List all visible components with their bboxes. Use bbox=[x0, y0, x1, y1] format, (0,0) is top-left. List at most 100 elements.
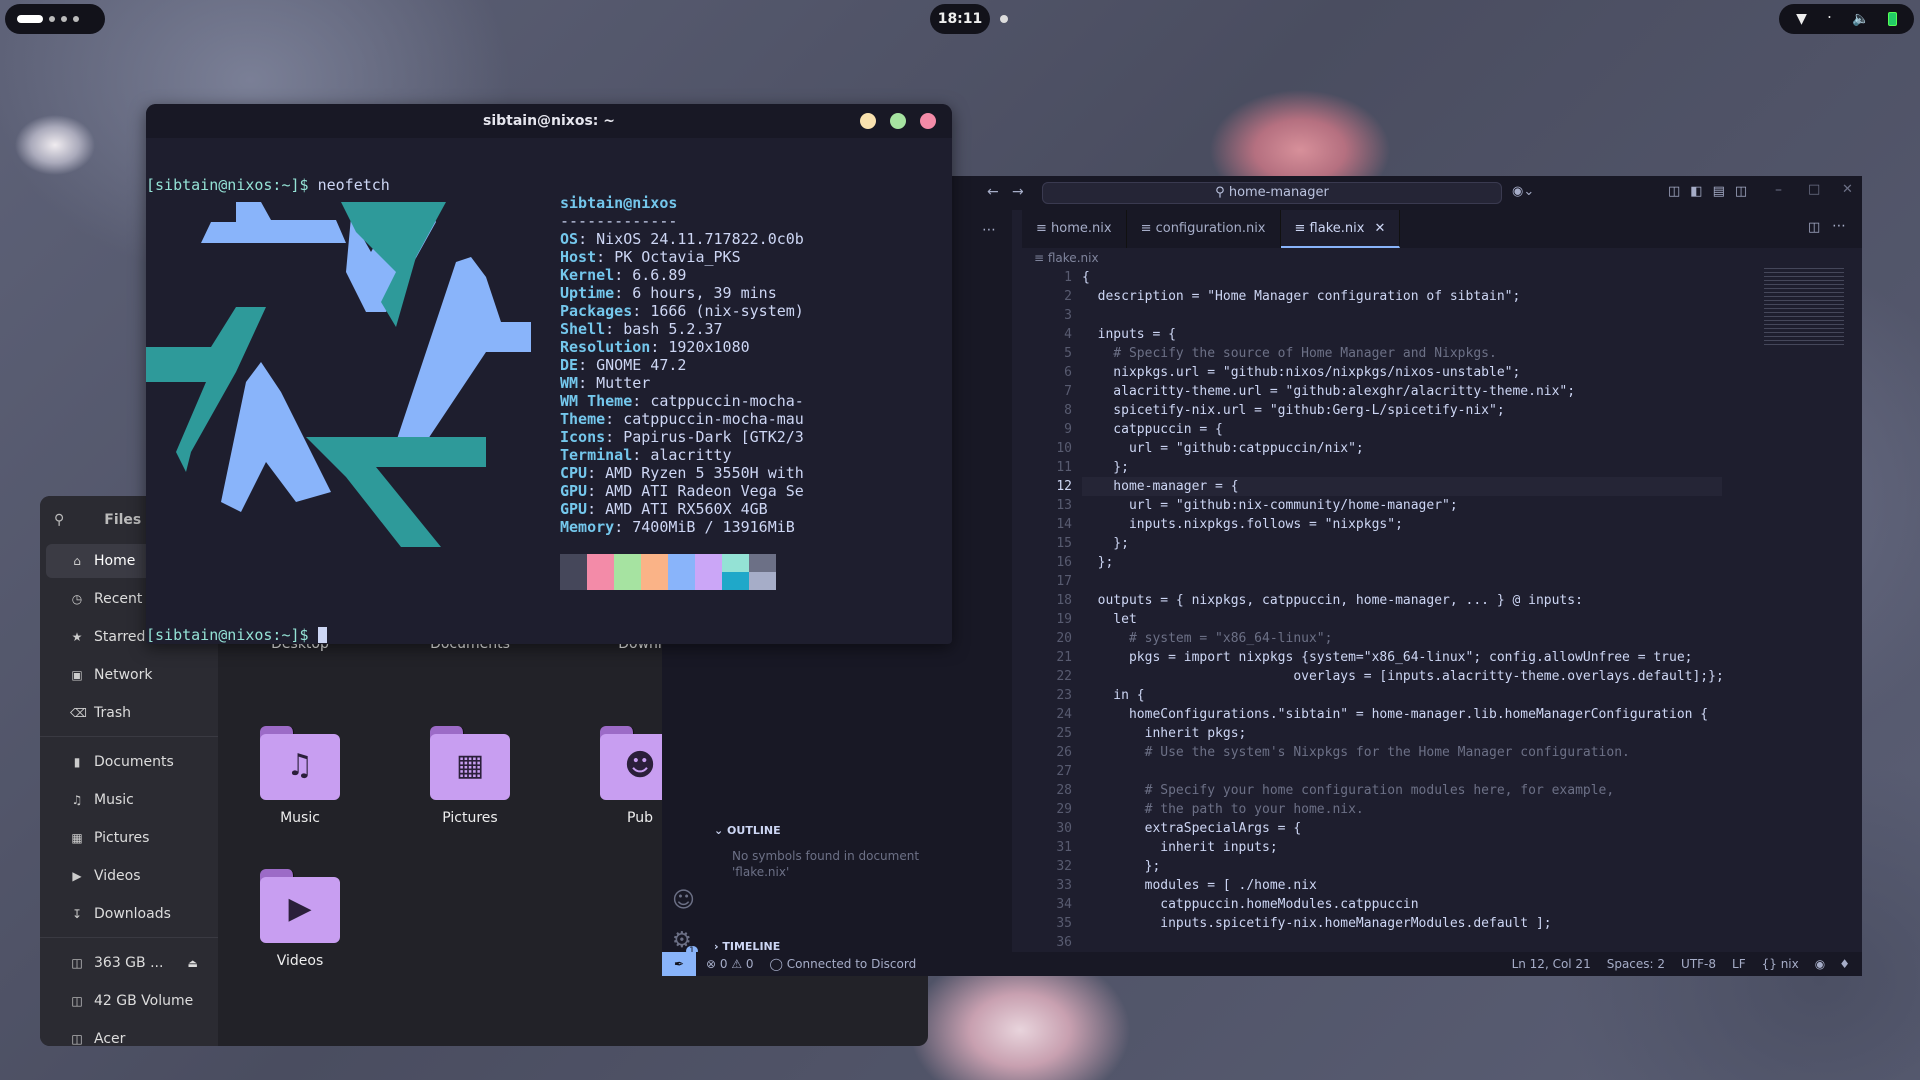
account-icon[interactable]: ☺ bbox=[672, 888, 695, 913]
code-line[interactable]: { bbox=[1082, 268, 1722, 287]
minimize-button[interactable] bbox=[860, 113, 876, 129]
workspace-dot[interactable] bbox=[49, 16, 55, 22]
sidebar-item-music[interactable]: ♫ Music bbox=[46, 783, 212, 817]
eject-icon[interactable]: ⏏ bbox=[187, 957, 197, 970]
close-icon[interactable]: ✕ bbox=[1842, 182, 1853, 197]
code-line[interactable]: in { bbox=[1082, 686, 1722, 705]
sidebar-item-drive-acer[interactable]: ◫ Acer bbox=[46, 1022, 212, 1046]
code-line[interactable]: inputs = { bbox=[1082, 325, 1722, 344]
code-line[interactable]: # Specify your home configuration module… bbox=[1082, 781, 1722, 800]
code-line[interactable]: catppuccin.homeModules.catppuccin bbox=[1082, 895, 1722, 914]
code-line[interactable] bbox=[1082, 933, 1722, 952]
maximize-button[interactable] bbox=[890, 113, 906, 129]
code-area[interactable]: { description = "Home Manager configurat… bbox=[1082, 268, 1724, 952]
minimap[interactable] bbox=[1764, 268, 1844, 348]
sidebar-item-documents[interactable]: ▮ Documents bbox=[46, 745, 212, 779]
code-line[interactable]: spicetify-nix.url = "github:Gerg-L/spice… bbox=[1082, 401, 1722, 420]
discord-status[interactable]: ◯ Connected to Discord bbox=[770, 957, 917, 971]
code-line[interactable]: # system = "x86_64-linux"; bbox=[1082, 629, 1722, 648]
workspace-dot[interactable] bbox=[61, 16, 67, 22]
sidebar-item-label: Network bbox=[94, 667, 153, 683]
clock[interactable]: 18:11 bbox=[930, 4, 990, 34]
sidebar-item-drive-42gb[interactable]: ◫ 42 GB Volume bbox=[46, 984, 212, 1018]
workspace-dot[interactable] bbox=[73, 16, 79, 22]
language-status[interactable]: {} nix bbox=[1762, 957, 1799, 971]
code-line[interactable]: catppuccin = { bbox=[1082, 420, 1722, 439]
folder-music[interactable]: ♫ Music bbox=[230, 726, 370, 826]
breadcrumb[interactable]: ≡ flake.nix bbox=[1034, 248, 1099, 268]
workspace-indicator[interactable] bbox=[5, 4, 105, 34]
eol-status[interactable]: LF bbox=[1732, 957, 1746, 971]
system-tray[interactable]: ▼ ᛫ 🔈 bbox=[1779, 4, 1914, 34]
code-line[interactable]: }; bbox=[1082, 534, 1722, 553]
folder-pictures[interactable]: ▦ Pictures bbox=[400, 726, 540, 826]
back-arrow-icon[interactable]: ← bbox=[987, 184, 999, 200]
code-line[interactable]: let bbox=[1082, 610, 1722, 629]
code-line[interactable]: inherit pkgs; bbox=[1082, 724, 1722, 743]
tab-flake-nix[interactable]: ≡ flake.nix ✕ bbox=[1280, 210, 1401, 248]
wifi-icon[interactable]: ▼ bbox=[1796, 11, 1807, 27]
neofetch-value: AMD ATI Radeon Vega Se bbox=[605, 482, 804, 500]
encoding-status[interactable]: UTF-8 bbox=[1681, 957, 1716, 971]
bell-icon[interactable]: ♦ bbox=[1839, 957, 1850, 971]
folder-videos[interactable]: ▶ Videos bbox=[230, 869, 370, 969]
outline-header[interactable]: ⌄ OUTLINE bbox=[714, 824, 781, 837]
code-line[interactable]: }; bbox=[1082, 458, 1722, 477]
more-actions-icon[interactable]: ⋯ bbox=[982, 222, 996, 238]
battery-icon[interactable] bbox=[1887, 12, 1897, 26]
settings-gear-icon[interactable]: ⚙ 1 bbox=[672, 928, 698, 956]
volume-icon[interactable]: 🔈 bbox=[1852, 11, 1869, 27]
search-icon[interactable]: ⚲ bbox=[54, 512, 64, 528]
tab-close-icon[interactable]: ✕ bbox=[1374, 221, 1385, 236]
minimize-icon[interactable]: – bbox=[1775, 182, 1782, 198]
code-line[interactable]: inputs.spicetify-nix.homeManagerModules.… bbox=[1082, 914, 1722, 933]
problems-indicator[interactable]: ⊗ 0 ⚠ 0 bbox=[706, 957, 754, 971]
sidebar-item-drive-363gb[interactable]: ◫ 363 GB ... ⏏ bbox=[46, 946, 212, 980]
code-line[interactable]: inherit inputs; bbox=[1082, 838, 1722, 857]
code-line[interactable]: homeConfigurations."sibtain" = home-mana… bbox=[1082, 705, 1722, 724]
code-line[interactable]: home-manager = { bbox=[1082, 477, 1722, 496]
editor-more-icon[interactable]: ⋯ bbox=[1832, 218, 1846, 234]
active-workspace-dot[interactable] bbox=[17, 15, 43, 23]
neofetch-row: OS: NixOS 24.11.717822.0c0b bbox=[560, 230, 804, 248]
cursor-position[interactable]: Ln 12, Col 21 bbox=[1512, 957, 1591, 971]
tab-configuration-nix[interactable]: ≡ configuration.nix bbox=[1127, 210, 1281, 248]
copilot-status-icon[interactable]: ◉ bbox=[1815, 957, 1825, 971]
command-center[interactable]: ⚲ home-manager bbox=[1042, 182, 1502, 204]
code-line[interactable]: nixpkgs.url = "github:nixos/nixpkgs/nixo… bbox=[1082, 363, 1722, 382]
code-line[interactable] bbox=[1082, 762, 1722, 781]
code-line[interactable]: pkgs = import nixpkgs {system="x86_64-li… bbox=[1082, 648, 1722, 667]
code-line[interactable]: # Specify the source of Home Manager and… bbox=[1082, 344, 1722, 363]
code-line[interactable]: }; bbox=[1082, 857, 1722, 876]
code-line[interactable] bbox=[1082, 306, 1722, 325]
code-line[interactable]: url = "github:catppuccin/nix"; bbox=[1082, 439, 1722, 458]
code-line[interactable]: overlays = [inputs.alacritty-theme.overl… bbox=[1082, 667, 1723, 686]
terminal-prompt-line[interactable]: [sibtain@nixos:~]$ bbox=[146, 626, 327, 644]
code-line[interactable]: extraSpecialArgs = { bbox=[1082, 819, 1722, 838]
code-line[interactable]: # the path to your home.nix. bbox=[1082, 800, 1722, 819]
code-line[interactable]: modules = [ ./home.nix bbox=[1082, 876, 1722, 895]
forward-arrow-icon[interactable]: → bbox=[1012, 184, 1024, 200]
split-editor-icon[interactable]: ◫ bbox=[1808, 220, 1820, 235]
sidebar-item-pictures[interactable]: ▦ Pictures bbox=[46, 821, 212, 855]
remote-icon[interactable]: ✒ bbox=[662, 952, 696, 976]
code-line[interactable] bbox=[1082, 572, 1722, 591]
sidebar-item-trash[interactable]: ⌫ Trash bbox=[46, 696, 212, 730]
code-line[interactable]: inputs.nixpkgs.follows = "nixpkgs"; bbox=[1082, 515, 1722, 534]
indentation-status[interactable]: Spaces: 2 bbox=[1607, 957, 1665, 971]
sidebar-item-network[interactable]: ▣ Network bbox=[46, 658, 212, 692]
code-line[interactable]: url = "github:nix-community/home-manager… bbox=[1082, 496, 1722, 515]
code-line[interactable]: }; bbox=[1082, 553, 1722, 572]
copilot-icon[interactable]: ◉⌄ bbox=[1512, 184, 1534, 199]
sidebar-item-videos[interactable]: ▶ Videos bbox=[46, 859, 212, 893]
close-button[interactable] bbox=[920, 113, 936, 129]
code-line[interactable]: # Use the system's Nixpkgs for the Home … bbox=[1082, 743, 1722, 762]
tab-home-nix[interactable]: ≡ home.nix bbox=[1022, 210, 1127, 248]
bluetooth-icon[interactable]: ᛫ bbox=[1825, 11, 1833, 27]
code-line[interactable]: description = "Home Manager configuratio… bbox=[1082, 287, 1722, 306]
sidebar-item-downloads[interactable]: ↧ Downloads bbox=[46, 897, 212, 931]
layout-icons[interactable]: ◫◧▤◫ bbox=[1668, 184, 1757, 199]
maximize-icon[interactable]: □ bbox=[1808, 182, 1820, 197]
code-line[interactable]: outputs = { nixpkgs, catppuccin, home-ma… bbox=[1082, 591, 1722, 610]
code-line[interactable]: alacritty-theme.url = "github:alexghr/al… bbox=[1082, 382, 1722, 401]
